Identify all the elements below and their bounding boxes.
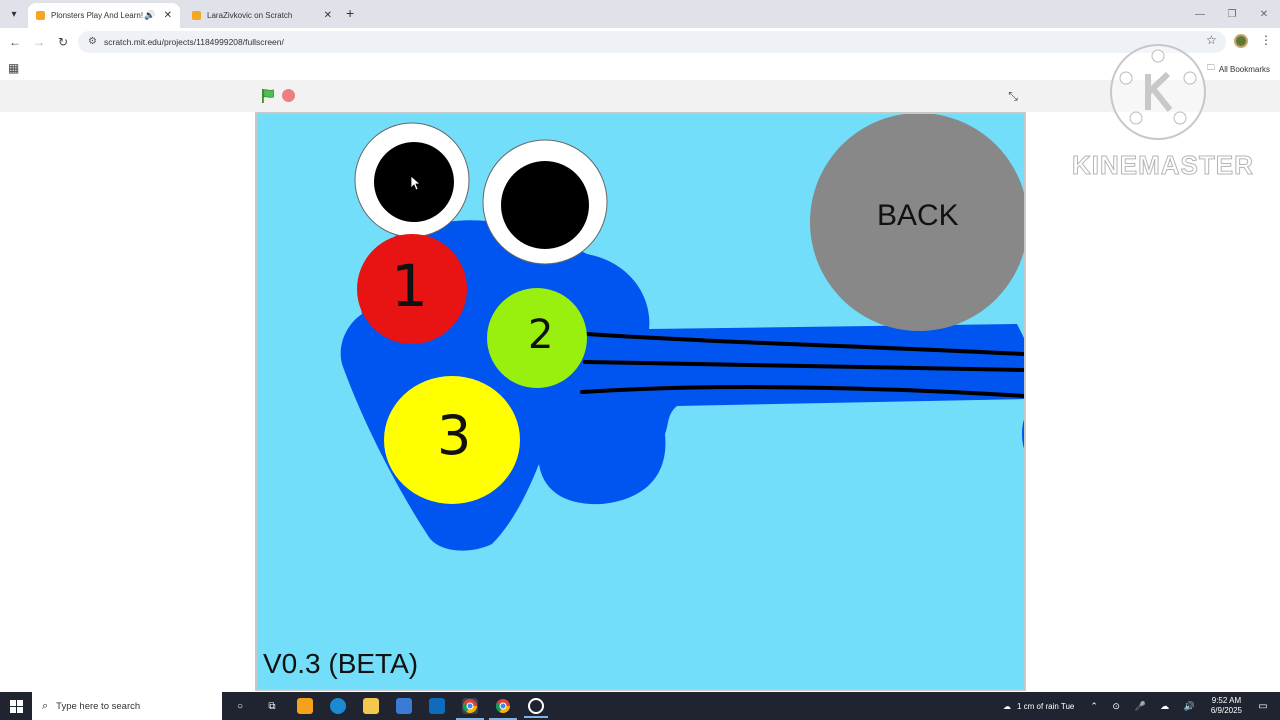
version-label: V0.3 (BETA): [263, 648, 419, 679]
scratch-favicon-icon: [192, 11, 201, 20]
scratch-favicon-icon: [36, 11, 45, 20]
browser-toolbar: ← → ↻ ⚙ scratch.mit.edu/projects/1184999…: [0, 28, 1280, 56]
weather-widget[interactable]: ☁ 1 cm of rain Tue: [1003, 702, 1074, 711]
kinemaster-logo: [1110, 44, 1206, 140]
chrome-profile-icon[interactable]: [489, 698, 517, 720]
bookmark-star-icon[interactable]: ☆: [1206, 33, 1226, 47]
system-tray: ☁ 1 cm of rain Tue ⌃ ⊙ 🎤 ☁ 🔊 9:52 AM 6/9…: [1003, 692, 1280, 720]
clock-time: 9:52 AM: [1211, 696, 1242, 705]
tab-strip: ▾ Plonsters Play And Learn! (B 🔊 ✕ LaraZ…: [0, 0, 1280, 28]
button-2-label[interactable]: 2: [528, 312, 553, 358]
tab-close-icon[interactable]: ✕: [324, 10, 332, 21]
edge-blob: [1022, 419, 1024, 449]
player-controls-bar: [0, 80, 1280, 112]
restore-icon[interactable]: ❐: [1216, 0, 1248, 28]
browser-menu-icon[interactable]: ⋮: [1260, 33, 1272, 47]
url-text: scratch.mit.edu/projects/1184999208/full…: [104, 37, 284, 47]
search-icon: ⌕: [42, 699, 49, 712]
screen-recorder-icon[interactable]: [524, 698, 548, 718]
copilot-icon[interactable]: [297, 698, 313, 714]
rain-cloud-icon: ☁: [1003, 701, 1011, 711]
windows-start-icon[interactable]: [0, 692, 32, 720]
windows-taskbar: ⌕ Type here to search ○ ⧉ ☁ 1 cm of rain…: [0, 692, 1280, 720]
cortana-icon[interactable]: ○: [232, 698, 248, 714]
close-window-icon[interactable]: ✕: [1248, 0, 1280, 28]
tab-plonsters[interactable]: Plonsters Play And Learn! (B 🔊 ✕: [28, 3, 180, 28]
clock-date: 6/9/2025: [1210, 706, 1242, 715]
weather-text: 1 cm of rain Tue: [1017, 701, 1075, 711]
minimize-icon[interactable]: —: [1184, 0, 1216, 28]
window-controls: — ❐ ✕: [1184, 0, 1280, 28]
outlook-icon[interactable]: [429, 698, 445, 714]
taskbar-search-input[interactable]: ⌕ Type here to search: [32, 692, 222, 720]
kinemaster-watermark-text: KINEMASTER: [1072, 150, 1254, 181]
all-bookmarks-link[interactable]: 🗀 All Bookmarks: [1207, 62, 1270, 76]
profile-avatar[interactable]: [1234, 34, 1248, 48]
file-explorer-icon[interactable]: [363, 698, 379, 714]
scratch-stage[interactable]: 1 2 3 BACK V0.3 (BETA): [255, 112, 1026, 691]
tab-close-icon[interactable]: ✕: [164, 10, 172, 21]
tab-title: Plonsters Play And Learn! (B: [51, 11, 145, 20]
apps-grid-icon[interactable]: ▦: [8, 61, 19, 75]
task-view-icon[interactable]: ⧉: [264, 698, 280, 714]
bookmarks-bar: ▦ 🗀 All Bookmarks: [0, 56, 1280, 80]
speaker-icon[interactable]: 🔊: [144, 10, 155, 21]
address-bar[interactable]: ⚙ scratch.mit.edu/projects/1184999208/fu…: [78, 31, 1226, 53]
back-arrow-icon[interactable]: ←: [6, 33, 24, 51]
green-flag-icon[interactable]: [260, 88, 276, 104]
reload-icon[interactable]: ↻: [54, 33, 72, 51]
notification-icon[interactable]: ▭: [1252, 701, 1274, 712]
all-bookmarks-label: All Bookmarks: [1218, 64, 1270, 74]
edge-icon[interactable]: [330, 698, 346, 714]
tab-search-chevron-icon[interactable]: ▾: [4, 4, 24, 24]
site-info-icon[interactable]: ⚙: [88, 36, 97, 47]
chrome-icon[interactable]: [456, 698, 484, 720]
search-placeholder: Type here to search: [56, 700, 141, 712]
exit-fullscreen-icon[interactable]: ⤡: [1005, 88, 1021, 104]
back-button-label[interactable]: BACK: [877, 199, 959, 233]
new-tab-button[interactable]: +: [346, 5, 354, 21]
folder-icon: 🗀: [1206, 63, 1215, 72]
tray-icons[interactable]: ⌃ ⊙ 🎤 ☁ 🔊: [1090, 701, 1201, 712]
button-3-label[interactable]: 3: [437, 404, 471, 467]
stop-button[interactable]: [282, 89, 295, 102]
store-icon[interactable]: [396, 698, 412, 714]
kinemaster-k-icon: [1119, 49, 1197, 125]
tab-title: LaraZivkovic on Scratch: [207, 11, 293, 20]
button-1-label[interactable]: 1: [391, 252, 428, 320]
tab-larazivkovic[interactable]: LaraZivkovic on Scratch ✕: [184, 3, 340, 28]
taskbar-clock[interactable]: 9:52 AM 6/9/2025: [1211, 696, 1242, 716]
right-eye-pupil: [501, 161, 589, 249]
forward-arrow-icon[interactable]: →: [30, 33, 48, 51]
